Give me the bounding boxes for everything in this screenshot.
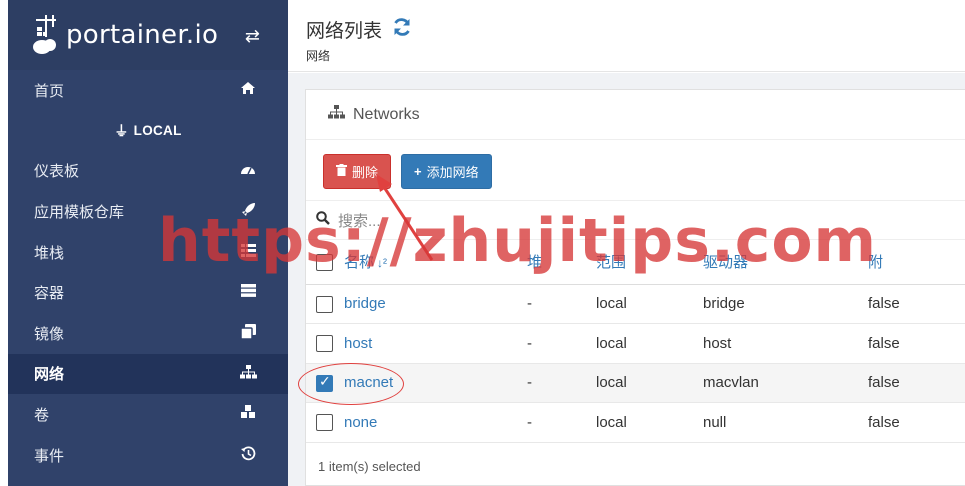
cell-stack: - (527, 402, 596, 443)
cell-driver: null (703, 402, 868, 443)
networks-panel: Networks 删除 + 添加网络 搜索... 名称 ↓² 堆 范围 驱动器 … (305, 89, 965, 486)
sidebar-item-label: 容器 (34, 285, 65, 303)
column-header-label: 范围 (596, 254, 627, 272)
column-header-scope[interactable]: 范围 (596, 240, 703, 285)
sidebar-item-images[interactable]: 镜像 (8, 313, 288, 354)
sidebar-item-label: 镜像 (34, 325, 65, 343)
actions-bar: 删除 + 添加网络 (306, 140, 965, 200)
column-header-stack[interactable]: 堆 (527, 240, 596, 285)
trash-icon (336, 164, 347, 179)
cell-attachable: false (868, 402, 965, 443)
sidebar-item-templates[interactable]: 应用模板仓库 (8, 191, 288, 232)
page-title: 网络列表 (306, 21, 383, 42)
remove-button-label: 删除 (352, 165, 379, 180)
add-network-button-label: 添加网络 (426, 165, 479, 180)
sidebar-nav: 首页 ⏚ LOCAL 仪表板 应用模板仓库 堆栈 容器 镜像 网络 卷 事件 (8, 70, 288, 475)
cell-scope: local (596, 284, 703, 324)
add-network-button[interactable]: + 添加网络 (401, 154, 492, 189)
page-header: 网络列表 网络 (288, 0, 965, 72)
network-name-link[interactable]: none (344, 414, 377, 431)
row-checkbox[interactable] (316, 335, 333, 353)
row-checkbox[interactable] (316, 295, 333, 313)
column-header-attachable[interactable]: 附 (868, 240, 965, 285)
sidebar-item-label: 卷 (34, 406, 50, 424)
selection-count: 1 item(s) selected (318, 458, 421, 474)
sidebar-item-label: 首页 (34, 82, 65, 100)
main-content: Networks 删除 + 添加网络 搜索... 名称 ↓² 堆 范围 驱动器 … (288, 73, 965, 486)
sidebar-item-label: 网络 (34, 366, 65, 384)
select-all-checkbox[interactable] (316, 253, 333, 271)
sidebar-item-stacks[interactable]: 堆栈 (8, 232, 288, 273)
plug-icon: ⏚ (114, 122, 129, 139)
table-row: macnet - local macvlan false (306, 363, 965, 403)
brand-header: portainer.io ⇄ (8, 0, 288, 70)
cell-stack: - (527, 284, 596, 324)
sidebar-item-volumes[interactable]: 卷 (8, 394, 288, 435)
list-icon (238, 243, 258, 261)
cubes-icon (238, 405, 258, 423)
networks-table: 名称 ↓² 堆 范围 驱动器 附 bridge - local bridge fa… (306, 240, 965, 443)
sidebar-item-label: 事件 (34, 447, 65, 465)
column-header-label: 堆 (527, 254, 543, 272)
column-header-name[interactable]: 名称 ↓² (344, 240, 527, 285)
sidebar-item-label: 应用模板仓库 (34, 203, 125, 221)
cell-stack: - (527, 363, 596, 403)
cell-driver: host (703, 323, 868, 364)
rocket-icon (238, 202, 258, 221)
refresh-icon[interactable] (392, 17, 412, 43)
search-icon (316, 211, 330, 229)
network-name-link[interactable]: host (344, 335, 372, 352)
row-checkbox[interactable] (316, 414, 333, 432)
breadcrumb: 网络 (306, 49, 331, 63)
brand-name[interactable]: portainer.io (66, 20, 218, 50)
sitemap-icon (238, 364, 258, 383)
cell-attachable: false (868, 323, 965, 364)
cell-attachable: false (868, 284, 965, 324)
panel-title: Networks (353, 105, 420, 123)
sort-icon: ↓² (377, 256, 388, 271)
column-header-label: 名称 (344, 254, 375, 272)
table-row: host - local host false (306, 323, 965, 364)
network-name-link[interactable]: bridge (344, 295, 386, 312)
panel-heading: Networks (306, 90, 965, 140)
cell-stack: - (527, 323, 596, 364)
table-header-row: 名称 ↓² 堆 范围 驱动器 附 (306, 240, 965, 285)
column-header-driver[interactable]: 驱动器 (703, 240, 868, 285)
sidebar-item-networks[interactable]: 网络 (8, 353, 288, 395)
table-row: none - local null false (306, 402, 965, 443)
table-row: bridge - local bridge false (306, 284, 965, 324)
sidebar-item-events[interactable]: 事件 (8, 435, 288, 476)
endpoint-section: ⏚ LOCAL (8, 111, 288, 151)
column-header-label: 附 (868, 254, 884, 272)
exchange-icon[interactable]: ⇄ (245, 26, 260, 47)
network-name-link[interactable]: macnet (344, 374, 393, 391)
search-bar[interactable]: 搜索... (306, 200, 965, 240)
sidebar-item-home[interactable]: 首页 (8, 70, 288, 111)
portainer-logo-icon[interactable] (32, 13, 62, 57)
history-icon (238, 446, 258, 465)
sidebar-item-label: 仪表板 (34, 163, 80, 181)
plus-icon: + (414, 164, 422, 179)
cell-attachable: false (868, 363, 965, 403)
home-icon (238, 81, 258, 99)
cell-scope: local (596, 323, 703, 364)
cell-scope: local (596, 402, 703, 443)
sidebar-item-containers[interactable]: 容器 (8, 272, 288, 313)
cell-driver: bridge (703, 284, 868, 324)
search-input[interactable]: 搜索... (338, 210, 381, 231)
sitemap-icon (328, 105, 345, 124)
sidebar: portainer.io ⇄ 首页 ⏚ LOCAL 仪表板 应用模板仓库 堆栈 (8, 0, 288, 486)
sidebar-item-dashboard[interactable]: 仪表板 (8, 151, 288, 192)
column-header-label: 驱动器 (703, 254, 749, 272)
endpoint-label: LOCAL (133, 123, 182, 139)
cell-scope: local (596, 363, 703, 403)
sidebar-item-label: 堆栈 (34, 244, 65, 262)
cell-driver: macvlan (703, 363, 868, 403)
server-icon (238, 284, 258, 301)
dashboard-icon (238, 162, 258, 179)
row-checkbox[interactable] (316, 373, 333, 392)
clone-icon (238, 323, 258, 343)
remove-button[interactable]: 删除 (323, 154, 392, 189)
